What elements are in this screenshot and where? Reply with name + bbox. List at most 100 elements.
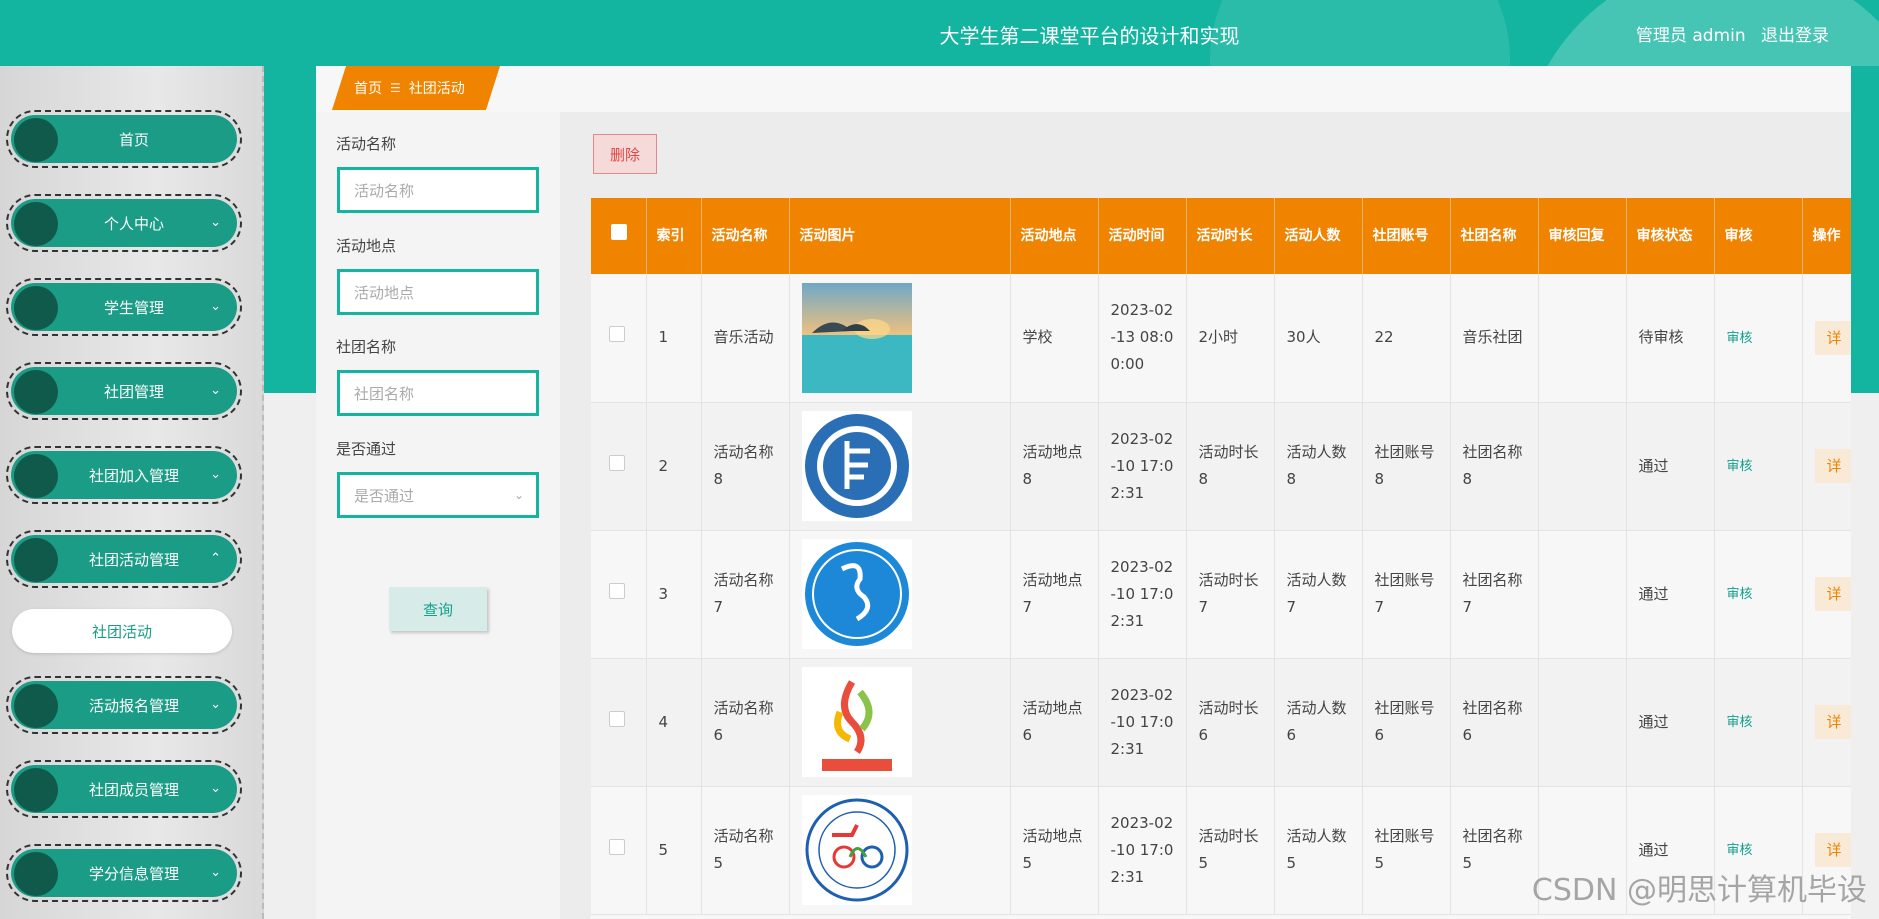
audit-link[interactable]: 审核 xyxy=(1727,587,1753,602)
audit-link[interactable]: 审核 xyxy=(1727,843,1753,858)
cell-club-account: 社团账号6 xyxy=(1362,658,1451,787)
header-activity-duration: 活动时长 xyxy=(1186,198,1275,274)
row-checkbox[interactable] xyxy=(609,582,625,599)
row-checkbox[interactable] xyxy=(609,326,625,343)
app-title: 大学生第二课堂平台的设计和实现 xyxy=(939,24,1240,48)
sidebar-item-club-member-management[interactable]: 社团成员管理 ⌄ xyxy=(6,760,242,818)
chevron-down-icon: ⌄ xyxy=(210,383,221,398)
cell-audit: 审核 xyxy=(1714,658,1803,787)
table-row: 2 活动名称8 活动地点8 2023-02-10 17:02:31 活动时长8 … xyxy=(591,402,1851,531)
sidebar-item-label: 学生管理 xyxy=(103,298,164,317)
cell-index: 2 xyxy=(646,402,702,531)
sidebar-item-label: 社团成员管理 xyxy=(88,780,179,799)
sidebar-item-club-activity-management[interactable]: 社团活动管理 ⌃ xyxy=(6,530,242,588)
admin-label: 管理员 admin xyxy=(1635,26,1746,46)
cell-activity-time: 2023-02-13 08:00:00 xyxy=(1098,274,1187,403)
cell-index: 3 xyxy=(646,530,702,659)
sidebar-item-personal-center[interactable]: 个人中心 ⌄ xyxy=(6,194,242,252)
cell-club-name: 音乐社团 xyxy=(1450,274,1539,403)
logout-link[interactable]: 退出登录 xyxy=(1761,26,1829,46)
placeholder-text: 社团名称 xyxy=(354,384,415,403)
cell-activity-name: 音乐活动 xyxy=(701,274,790,403)
header-activity-time: 活动时间 xyxy=(1098,198,1187,274)
detail-button[interactable]: 详 xyxy=(1814,449,1851,483)
cell-activity-people: 活动人数8 xyxy=(1274,402,1363,531)
cell-operation: 详 xyxy=(1802,402,1851,531)
cell-club-name: 社团名称8 xyxy=(1450,402,1539,531)
search-panel: 活动名称 活动名称 活动地点 活动地点 社团名称 社团名称 是否通过 是否通过 ⌄… xyxy=(316,112,560,919)
detail-button[interactable]: 详 xyxy=(1814,577,1851,611)
cell-audit-status: 通过 xyxy=(1626,402,1715,531)
menu-dot-icon xyxy=(14,202,58,246)
cell-operation: 详 xyxy=(1802,658,1851,787)
query-button[interactable]: 查询 xyxy=(389,587,487,631)
cell-activity-image xyxy=(789,530,1011,659)
row-checkbox[interactable] xyxy=(609,710,625,727)
sidebar-item-activity-signup-management[interactable]: 活动报名管理 ⌄ xyxy=(6,676,242,734)
sidebar-item-credit-management[interactable]: 学分信息管理 ⌄ xyxy=(6,844,242,902)
detail-button[interactable]: 详 xyxy=(1814,833,1851,867)
cell-activity-name: 活动名称5 xyxy=(701,786,790,915)
header-activity-image: 活动图片 xyxy=(789,198,1011,274)
cell-activity-duration: 活动时长7 xyxy=(1186,530,1275,659)
breadcrumb-home[interactable]: 首页 xyxy=(354,78,382,98)
main-panel: 删除 索引 活动名称 活动图片 活动地点 活动时间 活动时长 活动人数 社团账号… xyxy=(560,112,1851,919)
activity-name-input[interactable]: 活动名称 xyxy=(337,167,539,213)
row-checkbox[interactable] xyxy=(609,838,625,855)
detail-button[interactable]: 详 xyxy=(1814,320,1851,355)
header-club-account: 社团账号 xyxy=(1362,198,1451,274)
menu-dot-icon xyxy=(14,370,58,414)
approved-select[interactable]: 是否通过 ⌄ xyxy=(337,472,539,518)
sidebar-subitem-club-activity[interactable]: 社团活动 xyxy=(12,609,232,653)
colorful-union-logo-image xyxy=(801,667,912,777)
menu-dot-icon xyxy=(14,684,58,728)
audit-link[interactable]: 审核 xyxy=(1727,459,1753,474)
cell-activity-duration: 2小时 xyxy=(1186,274,1275,403)
menu-dot-icon xyxy=(14,118,58,162)
menu-dot-icon xyxy=(14,852,58,896)
placeholder-text: 是否通过 xyxy=(354,486,415,505)
sidebar-item-label: 个人中心 xyxy=(103,214,164,233)
table-row: 1 音乐活动 学校 2023-02-13 08:00:00 2小时 30人 22… xyxy=(591,274,1851,403)
activity-place-input[interactable]: 活动地点 xyxy=(337,269,539,315)
chevron-down-icon: ⌄ xyxy=(513,488,524,502)
table-row: 4 活动名称6 活动地点6 2023-02-10 17:02:31 活动时长6 … xyxy=(591,658,1851,787)
club-name-input[interactable]: 社团名称 xyxy=(337,370,539,416)
cell-club-name: 社团名称5 xyxy=(1450,786,1539,915)
header-index: 索引 xyxy=(646,198,702,274)
sidebar-item-student-management[interactable]: 学生管理 ⌄ xyxy=(6,278,242,336)
audit-link[interactable]: 审核 xyxy=(1727,715,1753,730)
cell-activity-people: 30人 xyxy=(1274,274,1363,403)
cell-club-account: 社团账号8 xyxy=(1362,402,1451,531)
user-area: 管理员 admin 退出登录 xyxy=(1626,21,1829,46)
sidebar-item-label: 首页 xyxy=(118,130,149,149)
audit-link[interactable]: 审核 xyxy=(1727,331,1753,346)
cell-activity-place: 活动地点6 xyxy=(1010,658,1099,787)
delete-button[interactable]: 删除 xyxy=(593,134,657,174)
cell-club-account: 社团账号7 xyxy=(1362,530,1451,659)
activity-place-label: 活动地点 xyxy=(336,237,397,255)
row-checkbox-cell xyxy=(591,786,647,915)
row-checkbox[interactable] xyxy=(609,454,625,471)
cell-audit-status: 通过 xyxy=(1626,658,1715,787)
sidebar-item-label: 社团加入管理 xyxy=(88,466,179,485)
select-all-checkbox[interactable] xyxy=(611,224,627,240)
watermark-text: CSDN @明思计算机毕设 xyxy=(1531,873,1867,908)
blue-club-logo-image xyxy=(801,539,912,649)
cell-activity-name: 活动名称8 xyxy=(701,402,790,531)
sidebar-item-home[interactable]: 首页 xyxy=(6,110,242,168)
breadcrumb-bar: 首页 ☰ 社团活动 xyxy=(316,66,1851,112)
cell-activity-image xyxy=(789,402,1011,531)
sidebar-item-club-management[interactable]: 社团管理 ⌄ xyxy=(6,362,242,420)
chevron-down-icon: ⌄ xyxy=(210,781,221,796)
sidebar-item-label: 社团管理 xyxy=(103,382,164,401)
sunset-sea-image xyxy=(801,282,912,393)
sidebar-item-club-join-management[interactable]: 社团加入管理 ⌄ xyxy=(6,446,242,504)
club-name-label: 社团名称 xyxy=(336,338,397,356)
row-checkbox-cell xyxy=(591,402,647,531)
cell-activity-duration: 活动时长6 xyxy=(1186,658,1275,787)
cell-audit-status: 通过 xyxy=(1626,530,1715,659)
detail-button[interactable]: 详 xyxy=(1814,705,1851,739)
menu-dot-icon xyxy=(14,454,58,498)
cell-audit-reply xyxy=(1538,402,1627,531)
